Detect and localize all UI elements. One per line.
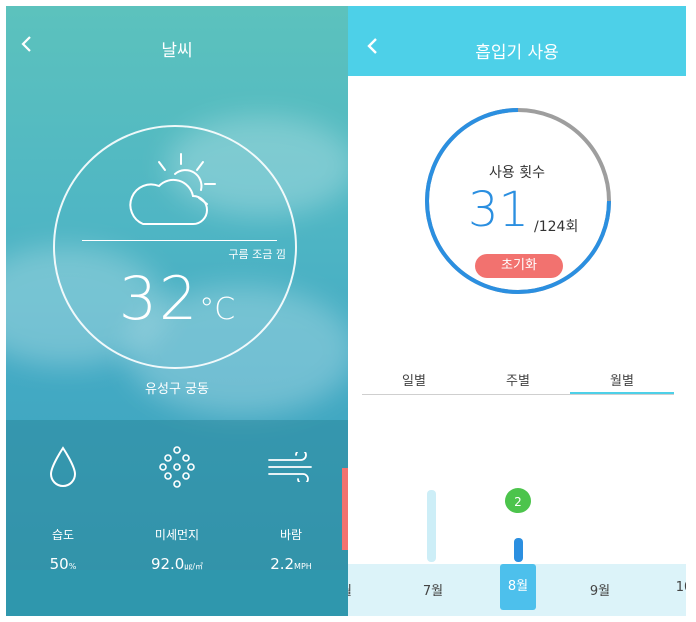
temperature: 32°C	[6, 264, 348, 334]
usage-bar-chart: 2	[427, 488, 531, 562]
bar-august	[514, 538, 523, 562]
month-item[interactable]: 7월	[413, 580, 453, 599]
month-item-selected[interactable]: 8월	[500, 564, 536, 610]
usage-label: 사용 횟수	[489, 165, 545, 181]
stat-dust: 미세먼지 92.0㎍/㎥	[120, 442, 234, 573]
period-tabs: 일별 주별 월별	[362, 366, 674, 395]
temperature-value: 32	[118, 264, 200, 334]
divider	[82, 240, 277, 241]
weather-header: 날씨	[6, 6, 348, 78]
tab-weekly[interactable]: 주별	[466, 370, 570, 394]
stat-label: 바람	[279, 528, 303, 542]
wind-icon	[268, 452, 312, 482]
droplet-icon	[49, 446, 77, 487]
value-marker-label: 2	[514, 495, 522, 509]
partly-cloudy-icon	[129, 153, 216, 225]
location: 유성구 궁동	[145, 382, 209, 397]
dust-icon	[159, 446, 195, 488]
stat-label: 습도	[51, 528, 75, 542]
weather-footer	[6, 570, 348, 616]
month-item[interactable]: 9월	[580, 580, 620, 599]
weather-stats-panel: 습도 50% 미세먼지 92.0㎍/㎥ 바람 2.2MPH	[6, 420, 348, 573]
month-item[interactable]: 10	[664, 580, 686, 595]
temperature-unit: °C	[199, 292, 236, 327]
page-title: 흡입기 사용	[475, 43, 559, 63]
stat-humidity: 습도 50%	[6, 442, 120, 573]
usage-total: /124회	[534, 219, 579, 235]
bar-july	[427, 490, 436, 562]
stat-label: 미세먼지	[154, 528, 200, 542]
usage-count: 31	[468, 182, 530, 238]
month-item[interactable]: 월	[348, 580, 366, 599]
stat-wind: 바람 2.2MPH	[234, 442, 348, 573]
inhaler-screen: 흡입기 사용 사용 횟수 31 /124회 초기화 일별 주별 월별 2 월 7…	[348, 6, 686, 616]
page-title: 날씨	[161, 41, 193, 61]
inhaler-body: 사용 횟수 31 /124회 초기화 일별 주별 월별 2 월 7월 8월 9월…	[348, 76, 686, 616]
tab-daily[interactable]: 일별	[362, 370, 466, 394]
inhaler-header: 흡입기 사용	[348, 6, 686, 76]
reset-button[interactable]: 초기화	[475, 254, 563, 278]
weather-condition: 구름 조금 낌	[228, 248, 286, 261]
weather-screen: 날씨 구름 조금 낌 32°C 유성구 궁동 습도 50% 미세먼지 92.0㎍…	[6, 6, 348, 616]
month-selector: 월 7월 8월 9월 10	[348, 564, 686, 616]
tab-monthly[interactable]: 월별	[570, 370, 674, 394]
